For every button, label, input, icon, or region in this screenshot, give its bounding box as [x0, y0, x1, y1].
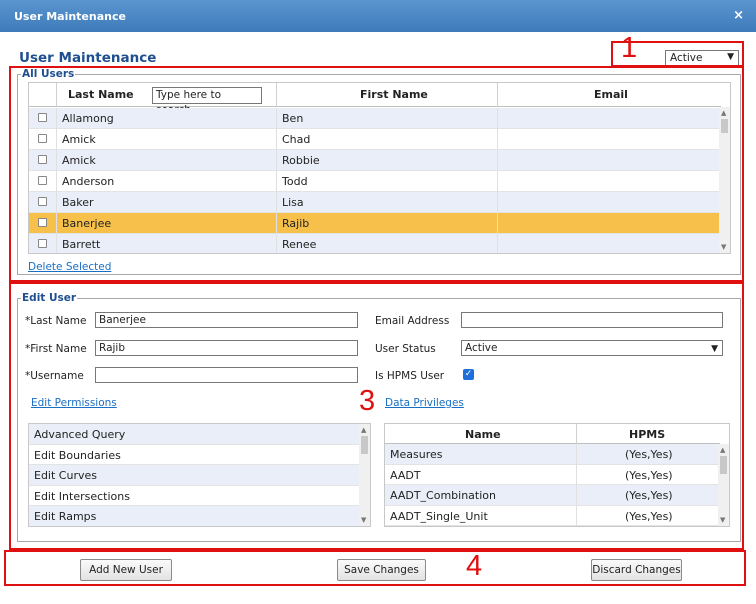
header-name[interactable]: Name — [385, 424, 577, 444]
cell-hpms: (Yes,Yes) — [625, 448, 673, 461]
list-item[interactable]: Edit Curves — [29, 465, 359, 486]
window-title: User Maintenance — [14, 10, 126, 23]
cell-first-name: Renee — [282, 238, 317, 251]
users-table: Last Name Type here to search... First N… — [28, 82, 731, 254]
user-status-value: Active — [465, 342, 498, 354]
header-first-name[interactable]: First Name — [277, 83, 498, 107]
cell-last-name: Barrett — [62, 238, 101, 251]
search-input[interactable]: Type here to search... — [152, 87, 262, 116]
cell-last-name: Amick — [62, 154, 96, 167]
add-new-user-button[interactable]: Add New User — [80, 559, 172, 581]
header-last-name[interactable]: Last Name Type here to search... — [57, 83, 277, 116]
chevron-down-icon: ▼ — [711, 344, 718, 354]
cell-hpms: (Yes,Yes) — [625, 509, 673, 523]
table-row[interactable]: Anderson Todd — [29, 171, 719, 192]
permission-label: Edit Intersections — [34, 489, 130, 503]
privileges-scroll-thumb[interactable] — [720, 456, 727, 474]
permission-label: Edit Boundaries — [34, 448, 121, 462]
permissions-scroll-thumb[interactable] — [361, 436, 368, 454]
cell-last-name: Allamong — [62, 112, 114, 125]
list-item[interactable]: Edit Intersections — [29, 485, 359, 506]
first-name-field[interactable]: Rajib — [95, 340, 358, 356]
edit-user-legend: Edit User — [21, 292, 78, 304]
close-icon[interactable]: × — [733, 8, 744, 23]
permission-label: Edit Ramps — [34, 510, 97, 523]
table-row[interactable]: Baker Lisa — [29, 192, 719, 213]
header-hpms[interactable]: HPMS — [577, 424, 720, 444]
cell-first-name: Chad — [282, 133, 311, 146]
edit-permissions-link[interactable]: Edit Permissions — [31, 397, 117, 409]
cell-first-name: Ben — [282, 112, 304, 125]
list-item[interactable]: Edit Ramps — [29, 506, 359, 526]
delete-selected-link[interactable]: Delete Selected — [28, 261, 111, 273]
hpms-user-checkbox[interactable]: ✓ — [463, 369, 474, 380]
hpms-user-label: Is HPMS User — [375, 370, 445, 382]
list-item[interactable]: Edit Boundaries — [29, 444, 359, 465]
annotation-label-1: 1 — [621, 32, 638, 64]
table-row[interactable]: AADT_Single_Unit (Yes,Yes) — [385, 505, 718, 526]
users-table-header: Last Name Type here to search... First N… — [29, 83, 721, 116]
cell-first-name: Todd — [282, 175, 308, 188]
data-privileges-link[interactable]: Data Privileges — [385, 397, 464, 409]
privileges-table-header: Name HPMS — [385, 424, 720, 444]
user-status-select[interactable]: Active ▼ — [461, 340, 723, 356]
discard-changes-button[interactable]: Discard Changes — [591, 559, 682, 581]
cell-first-name: Lisa — [282, 196, 304, 209]
save-changes-button[interactable]: Save Changes — [337, 559, 426, 581]
table-row[interactable]: Amick Robbie — [29, 150, 719, 171]
cell-name: AADT_Single_Unit — [390, 509, 488, 523]
cell-first-name: Rajib — [282, 217, 310, 230]
cell-last-name: Anderson — [62, 175, 115, 188]
permission-label: Edit Curves — [34, 469, 97, 482]
cell-first-name: Robbie — [282, 154, 320, 167]
cell-name: AADT — [390, 468, 421, 482]
permissions-scrollbar[interactable]: ▲ ▼ — [359, 424, 370, 526]
page-title: User Maintenance — [19, 50, 157, 66]
window-titlebar: User Maintenance × — [0, 0, 756, 32]
cell-last-name: Banerjee — [62, 217, 112, 230]
cell-hpms: (Yes,Yes) — [625, 468, 673, 482]
table-row[interactable]: Amick Chad — [29, 129, 719, 150]
privileges-table: Name HPMS Measures (Yes,Yes) AADT (Yes,Yes)… — [384, 423, 730, 527]
cell-last-name: Amick — [62, 133, 96, 146]
username-field[interactable] — [95, 367, 358, 383]
last-name-field[interactable]: Banerjee — [95, 312, 358, 328]
cell-hpms: (Yes,Yes) — [625, 489, 673, 502]
list-item[interactable]: Advanced Query — [29, 424, 359, 445]
table-row[interactable]: Measures (Yes,Yes) — [385, 444, 718, 465]
privileges-scrollbar[interactable]: ▲ ▼ — [718, 444, 729, 526]
first-name-label: *First Name — [25, 343, 87, 355]
cell-name: AADT_Combination — [390, 489, 496, 502]
table-row[interactable]: Banerjee Rajib — [29, 213, 719, 234]
email-field[interactable] — [461, 312, 723, 328]
table-row[interactable]: AADT (Yes,Yes) — [385, 464, 718, 485]
all-users-legend: All Users — [21, 68, 76, 80]
permissions-list: Advanced Query Edit Boundaries Edit Curves… — [28, 423, 371, 527]
header-email[interactable]: Email — [498, 83, 721, 107]
last-name-label: *Last Name — [25, 315, 87, 327]
permission-label: Advanced Query — [34, 428, 126, 441]
table-row[interactable]: AADT_Combination (Yes,Yes) — [385, 485, 718, 506]
users-scrollbar[interactable]: ▲ ▼ — [719, 107, 730, 253]
annotation-label-4: 4 — [466, 550, 483, 582]
user-status-label: User Status — [375, 343, 436, 355]
header-checkbox-col — [29, 83, 57, 107]
table-row[interactable]: Allamong Ben — [29, 108, 719, 129]
email-label: Email Address — [375, 315, 450, 327]
username-label: *Username — [25, 370, 84, 382]
cell-last-name: Baker — [62, 196, 94, 209]
cell-name: Measures — [390, 448, 443, 461]
table-row[interactable]: Barrett Renee — [29, 234, 719, 253]
users-scroll-thumb[interactable] — [721, 119, 728, 133]
